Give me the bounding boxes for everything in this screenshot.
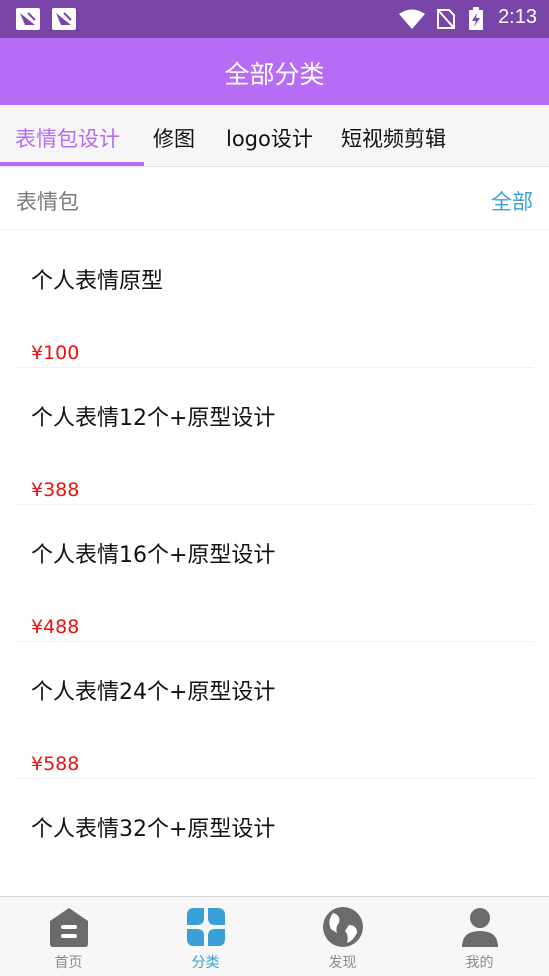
- nav-home-label: 首页: [54, 955, 83, 971]
- user-icon: [462, 908, 498, 947]
- item-title: 个人表情12个+原型设计: [31, 406, 276, 431]
- nav-home[interactable]: 首页: [0, 897, 137, 976]
- category-icon: [187, 908, 225, 946]
- battery-charging-icon: [469, 7, 483, 30]
- active-tab-indicator: [0, 162, 144, 166]
- item-title: 个人表情24个+原型设计: [31, 680, 276, 705]
- item-price: ¥388: [31, 479, 80, 501]
- item-price: ¥588: [31, 753, 80, 775]
- product-list: 个人表情原型 ¥100 个人表情12个+原型设计 ¥388 个人表情16个+原型…: [16, 231, 534, 916]
- category-tabs: 表情包设计 修图 logo设计 短视频剪辑: [0, 105, 549, 167]
- section-title: 表情包: [16, 190, 79, 214]
- list-item[interactable]: 个人表情16个+原型设计 ¥488: [16, 505, 534, 642]
- list-item[interactable]: 个人表情24个+原型设计 ¥588: [16, 642, 534, 779]
- nav-discover-label: 发现: [328, 955, 357, 971]
- tab-photo-retouch[interactable]: 修图: [153, 123, 195, 153]
- home-icon: [50, 908, 88, 947]
- app-bar: 全部分类: [0, 38, 549, 105]
- status-bar: 2:13: [0, 0, 549, 38]
- nav-discover[interactable]: 发现: [274, 897, 411, 976]
- view-all-link[interactable]: 全部: [491, 186, 533, 216]
- item-title: 个人表情32个+原型设计: [31, 817, 276, 842]
- list-item[interactable]: 个人表情原型 ¥100: [16, 231, 534, 368]
- tab-logo-design[interactable]: logo设计: [226, 123, 313, 153]
- nav-mine[interactable]: 我的: [411, 897, 548, 976]
- tab-emoji-design[interactable]: 表情包设计: [15, 123, 120, 153]
- notification-app-icon: [16, 8, 40, 30]
- notification-app-icon: [52, 8, 76, 30]
- item-price: ¥488: [31, 616, 80, 638]
- item-title: 个人表情16个+原型设计: [31, 543, 276, 568]
- wifi-icon: [399, 9, 425, 29]
- nav-category[interactable]: 分类: [137, 897, 274, 976]
- tab-short-video-editing[interactable]: 短视频剪辑: [341, 123, 446, 153]
- bottom-navigation: 首页 分类 发现 我的: [0, 896, 549, 976]
- item-price: ¥100: [31, 342, 80, 364]
- globe-icon: [323, 907, 363, 947]
- section-header: 表情包 全部: [0, 167, 549, 230]
- no-sim-icon: [437, 9, 455, 29]
- item-title: 个人表情原型: [31, 269, 164, 294]
- list-item[interactable]: 个人表情12个+原型设计 ¥388: [16, 368, 534, 505]
- status-time: 2:13: [498, 6, 537, 28]
- nav-mine-label: 我的: [465, 955, 494, 971]
- nav-category-label: 分类: [191, 955, 220, 971]
- page-title: 全部分类: [224, 60, 325, 89]
